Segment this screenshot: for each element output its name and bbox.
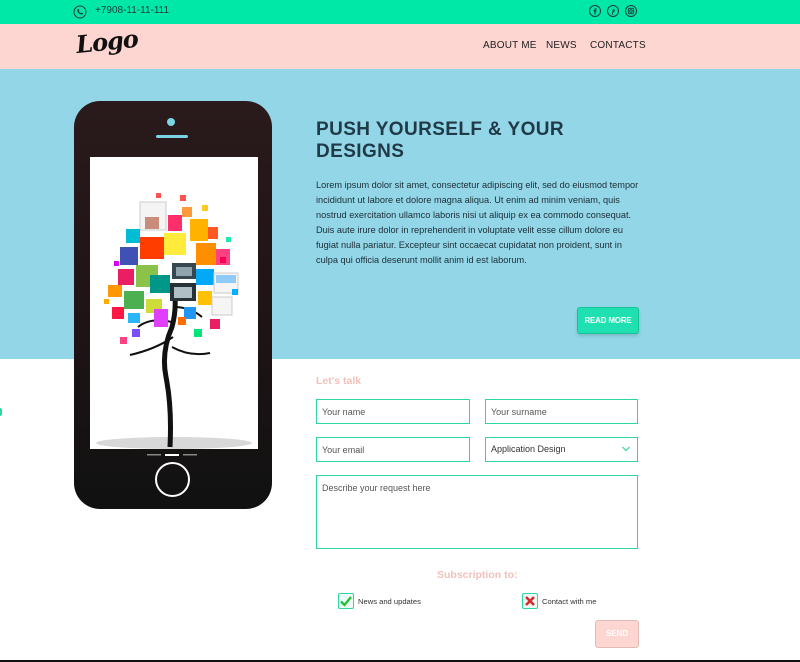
facebook-icon[interactable] bbox=[589, 5, 601, 17]
nav-about-me[interactable]: ABOUT ME bbox=[483, 40, 537, 51]
instagram-icon[interactable] bbox=[625, 5, 637, 17]
read-more-button[interactable]: READ MORE bbox=[577, 307, 639, 334]
logo[interactable]: Logo bbox=[75, 24, 139, 59]
phone-icon bbox=[73, 5, 87, 19]
page: +7908-11-11-111 Logo ABOUT ME NEWS CONTA… bbox=[0, 0, 800, 662]
contact-me-checkbox[interactable] bbox=[522, 593, 538, 609]
checkmark-icon bbox=[340, 596, 352, 607]
side-indicator bbox=[0, 408, 2, 416]
name-input[interactable] bbox=[316, 399, 470, 424]
send-button[interactable]: SEND bbox=[595, 620, 639, 648]
news-updates-checkbox[interactable] bbox=[338, 593, 354, 609]
nav-news[interactable]: NEWS bbox=[546, 40, 577, 51]
news-updates-label: News and updates bbox=[358, 597, 421, 606]
speaker-grille bbox=[156, 135, 188, 138]
top-bar: +7908-11-11-111 bbox=[0, 0, 800, 24]
subscription-heading: Subscription to: bbox=[437, 569, 518, 581]
header: Logo ABOUT ME NEWS CONTACTS bbox=[0, 24, 800, 69]
phone-mockup bbox=[74, 101, 272, 509]
phone-number: +7908-11-11-111 bbox=[95, 5, 170, 16]
form-heading: Let's talk bbox=[316, 375, 362, 387]
service-select[interactable]: Application Design bbox=[485, 437, 638, 462]
colorful-tree-illustration bbox=[96, 193, 252, 449]
request-textarea[interactable] bbox=[316, 475, 638, 549]
home-button bbox=[155, 462, 190, 497]
pinterest-icon[interactable] bbox=[607, 5, 619, 17]
camera-dot bbox=[167, 118, 175, 126]
nav-contacts[interactable]: CONTACTS bbox=[590, 40, 646, 51]
email-input[interactable] bbox=[316, 437, 470, 462]
hero-title: PUSH YOURSELF & YOUR DESIGNS bbox=[316, 119, 565, 162]
contact-me-label: Contact with me bbox=[542, 597, 597, 606]
cross-icon bbox=[525, 596, 535, 606]
surname-input[interactable] bbox=[485, 399, 638, 424]
phone-screen bbox=[90, 157, 258, 449]
service-select-value: Application Design bbox=[491, 444, 566, 454]
chevron-down-icon bbox=[622, 446, 630, 452]
hero-paragraph: Lorem ipsum dolor sit amet, consectetur … bbox=[316, 180, 639, 265]
carousel-indicator[interactable] bbox=[147, 454, 201, 456]
